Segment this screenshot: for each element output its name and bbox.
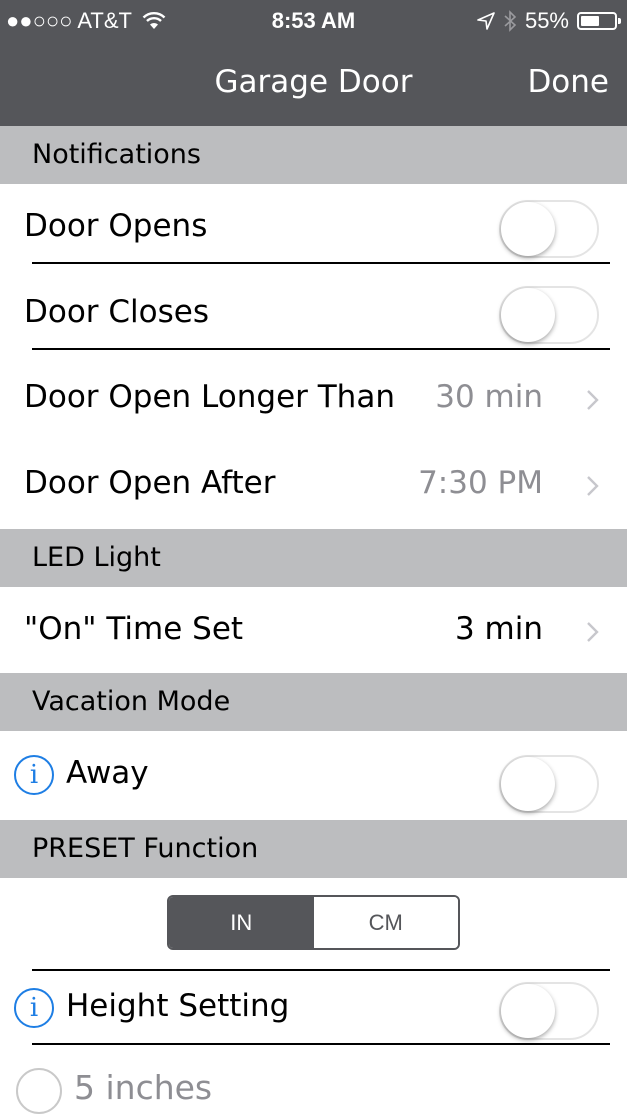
chevron-right-icon xyxy=(587,476,599,496)
away-label: Away xyxy=(66,755,149,791)
status-bar: ●●○○○ AT&T 8:53 AM 55% xyxy=(0,0,627,40)
row-away[interactable]: i Away xyxy=(0,731,627,817)
toggle-knob xyxy=(501,757,555,811)
height-setting-toggle[interactable] xyxy=(499,982,599,1040)
height-setting-label: Height Setting xyxy=(66,988,290,1024)
unit-option-cm[interactable]: CM xyxy=(313,897,458,948)
section-header-preset-function: PRESET Function xyxy=(0,820,627,878)
row-height-setting[interactable]: i Height Setting xyxy=(0,968,627,1054)
height-option-label: 5 inches xyxy=(74,1068,213,1107)
divider xyxy=(32,1043,610,1045)
door-open-longer-value: 30 min xyxy=(435,379,543,415)
on-time-set-label: "On" Time Set xyxy=(24,611,244,647)
toggle-knob xyxy=(501,288,555,342)
away-toggle[interactable] xyxy=(499,755,599,813)
row-door-closes[interactable]: Door Closes xyxy=(0,270,627,356)
door-closes-label: Door Closes xyxy=(24,294,210,330)
battery-percent: 55% xyxy=(524,8,569,33)
row-on-time-set[interactable]: "On" Time Set 3 min xyxy=(0,587,627,673)
door-opens-toggle[interactable] xyxy=(499,200,599,258)
divider xyxy=(32,262,610,264)
chevron-right-icon xyxy=(587,390,599,410)
nav-bar: Garage Door Done xyxy=(0,40,627,126)
row-door-opens[interactable]: Door Opens xyxy=(0,184,627,270)
row-door-open-longer-than[interactable]: Door Open Longer Than 30 min xyxy=(0,355,627,441)
door-closes-toggle[interactable] xyxy=(499,286,599,344)
info-icon[interactable]: i xyxy=(14,755,54,795)
on-time-set-value: 3 min xyxy=(454,611,543,647)
section-header-led-light: LED Light xyxy=(0,529,627,587)
done-button[interactable]: Done xyxy=(527,64,609,100)
unit-option-in[interactable]: IN xyxy=(169,897,314,948)
status-right: 55% xyxy=(477,8,621,34)
toggle-knob xyxy=(501,202,555,256)
section-header-notifications: Notifications xyxy=(0,126,627,184)
toggle-knob xyxy=(501,984,555,1038)
door-open-after-label: Door Open After xyxy=(24,465,276,501)
chevron-right-icon xyxy=(587,622,599,642)
unit-segmented-control[interactable]: IN CM xyxy=(167,895,460,950)
radio-button-icon[interactable] xyxy=(16,1068,62,1114)
door-opens-label: Door Opens xyxy=(24,208,208,244)
battery-icon xyxy=(577,12,621,30)
location-arrow-icon xyxy=(477,12,495,30)
info-icon[interactable]: i xyxy=(14,988,54,1028)
bluetooth-icon xyxy=(504,10,517,32)
row-door-open-after[interactable]: Door Open After 7:30 PM xyxy=(0,441,627,527)
door-open-longer-label: Door Open Longer Than xyxy=(24,379,395,415)
section-header-vacation-mode: Vacation Mode xyxy=(0,673,627,731)
door-open-after-value: 7:30 PM xyxy=(418,465,543,501)
divider xyxy=(32,348,610,350)
